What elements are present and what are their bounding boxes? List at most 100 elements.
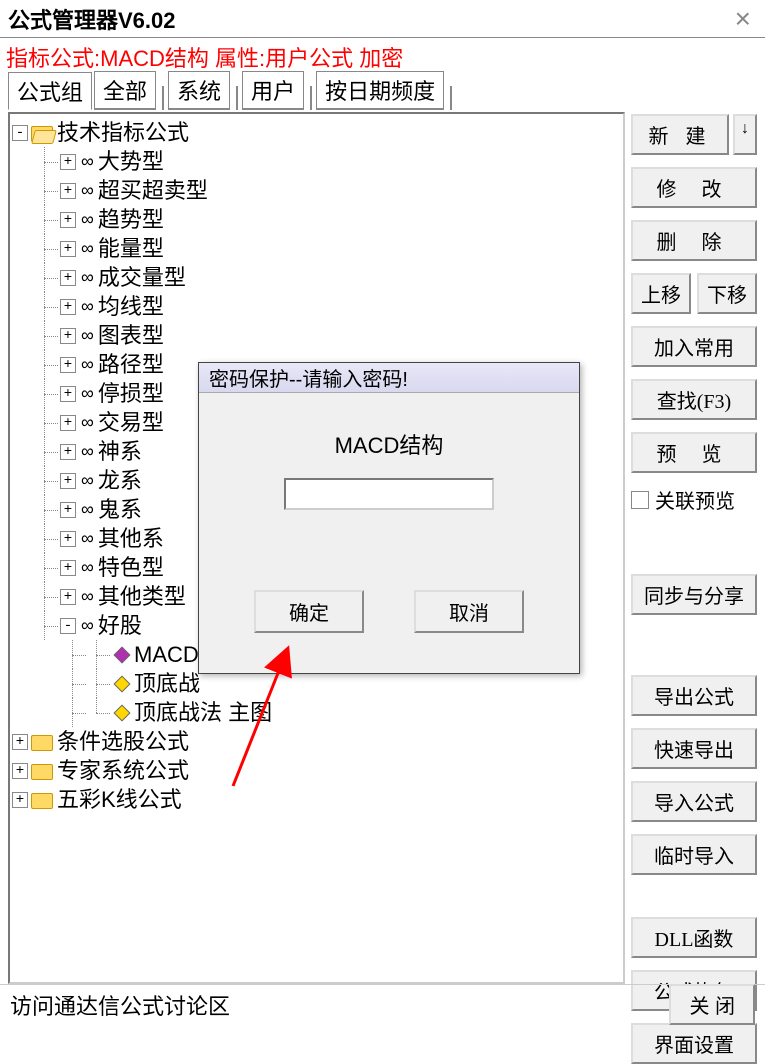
link-icon: ∞ (81, 234, 94, 263)
dialog-label: MACD结构 (219, 428, 559, 460)
tree-label: 好股 (98, 611, 142, 640)
temp-import-button[interactable]: 临时导入 (631, 834, 757, 875)
tree-label: 停损型 (98, 379, 164, 408)
export-button[interactable]: 导出公式 (631, 675, 757, 716)
close-icon[interactable]: × (729, 3, 757, 35)
tree-label: 趋势型 (98, 205, 164, 234)
expand-icon[interactable]: + (12, 792, 28, 808)
link-icon: ∞ (81, 524, 94, 553)
button-panel: 新 建 ↓ 修 改 删 除 上移 下移 加入常用 查找(F3) 预 览 关联预览… (625, 110, 765, 986)
tree-label: 交易型 (98, 408, 164, 437)
expand-icon[interactable]: + (60, 357, 76, 373)
new-button[interactable]: 新 建 (631, 114, 729, 155)
sync-share-button[interactable]: 同步与分享 (631, 574, 757, 615)
preview-button[interactable]: 预 览 (631, 432, 757, 473)
cancel-button[interactable]: 取消 (414, 590, 524, 633)
expand-icon[interactable]: + (60, 212, 76, 228)
tree-label: 均线型 (98, 292, 164, 321)
link-icon: ∞ (81, 611, 94, 640)
expand-icon[interactable]: + (60, 241, 76, 257)
expand-icon[interactable]: + (12, 734, 28, 750)
add-fav-button[interactable]: 加入常用 (631, 326, 757, 367)
link-icon: ∞ (81, 147, 94, 176)
password-dialog: 密码保护--请输入密码! MACD结构 确定 取消 (198, 362, 580, 674)
link-preview-label: 关联预览 (655, 485, 735, 514)
ok-button[interactable]: 确定 (254, 590, 364, 633)
expand-icon[interactable]: + (60, 444, 76, 460)
tree-node[interactable]: + ∞图表型 (12, 321, 621, 350)
link-icon: ∞ (81, 495, 94, 524)
tree-node[interactable]: +∞超买超卖型 (12, 176, 621, 205)
delete-button[interactable]: 删 除 (631, 220, 757, 261)
tree-label: 能量型 (98, 234, 164, 263)
tab-by-date-freq[interactable]: 按日期频度 (316, 71, 444, 110)
tree-node[interactable]: + ∞大势型 (12, 147, 621, 176)
forum-link[interactable]: 访问通达信公式讨论区 (10, 989, 230, 1021)
tree-node-tech-indicator[interactable]: - 技术指标公式 (12, 118, 621, 147)
tree-node[interactable]: + ∞能量型 (12, 234, 621, 263)
expand-icon[interactable]: + (60, 270, 76, 286)
tree-label: 图表型 (98, 321, 164, 350)
tree-label: 专家系统公式 (57, 756, 189, 785)
link-icon: ∞ (81, 379, 94, 408)
diamond-icon (114, 646, 131, 663)
collapse-icon[interactable]: - (60, 618, 76, 634)
tree-label: 大势型 (98, 147, 164, 176)
dll-button[interactable]: DLL函数 (631, 917, 757, 958)
expand-icon[interactable]: + (60, 473, 76, 489)
link-icon: ∞ (81, 553, 94, 582)
expand-icon[interactable]: + (60, 299, 76, 315)
tree-label: 路径型 (98, 350, 164, 379)
tree-label: 顶底战 (134, 669, 200, 698)
expand-icon[interactable]: + (60, 328, 76, 344)
tab-user[interactable]: 用户 (242, 71, 304, 110)
expand-icon[interactable]: + (12, 763, 28, 779)
expand-icon[interactable]: + (60, 502, 76, 518)
move-down-button[interactable]: 下移 (697, 273, 757, 314)
link-icon: ∞ (81, 437, 94, 466)
tree-label: 其他系 (98, 524, 164, 553)
expand-icon[interactable]: + (60, 531, 76, 547)
find-button[interactable]: 查找(F3) (631, 379, 757, 420)
link-icon: ∞ (81, 321, 94, 350)
tab-all[interactable]: 全部 (94, 71, 156, 110)
expand-icon[interactable]: + (60, 589, 76, 605)
collapse-icon[interactable]: - (12, 125, 28, 141)
folder-icon (31, 733, 53, 751)
tree-node-expert-sys[interactable]: + 专家系统公式 (12, 756, 621, 785)
link-icon: ∞ (81, 350, 94, 379)
folder-icon (31, 762, 53, 780)
tree-label: 其他类型 (98, 582, 186, 611)
quick-export-button[interactable]: 快速导出 (631, 728, 757, 769)
tree-label: 顶底战法 主图 (134, 698, 272, 727)
checkbox-icon[interactable] (631, 491, 649, 509)
ui-settings-button[interactable]: 界面设置 (631, 1023, 757, 1064)
tree-label: 成交量型 (98, 263, 186, 292)
tab-formula-group[interactable]: 公式组 (8, 72, 92, 110)
window-title: 公式管理器V6.02 (8, 3, 176, 35)
tree-leaf[interactable]: 顶底战法 主图 (12, 698, 621, 727)
expand-icon[interactable]: + (60, 386, 76, 402)
password-input[interactable] (284, 478, 494, 510)
tree-node-color-k[interactable]: + 五彩K线公式 (12, 785, 621, 814)
expand-icon[interactable]: + (60, 154, 76, 170)
tree-node[interactable]: +∞均线型 (12, 292, 621, 321)
close-button[interactable]: 关 闭 (669, 984, 755, 1025)
tree-label: 特色型 (98, 553, 164, 582)
tab-bar: 公式组 全部 系统 用户 按日期频度 (0, 76, 765, 110)
tree-node[interactable]: +∞趋势型 (12, 205, 621, 234)
modify-button[interactable]: 修 改 (631, 167, 757, 208)
tree-node[interactable]: + ∞成交量型 (12, 263, 621, 292)
tab-system[interactable]: 系统 (168, 71, 230, 110)
move-up-button[interactable]: 上移 (631, 273, 691, 314)
tree-node-cond-select[interactable]: + 条件选股公式 (12, 727, 621, 756)
expand-icon[interactable]: + (60, 560, 76, 576)
import-button[interactable]: 导入公式 (631, 781, 757, 822)
new-dropdown-button[interactable]: ↓ (733, 114, 757, 155)
link-icon: ∞ (81, 466, 94, 495)
link-icon: ∞ (81, 263, 94, 292)
expand-icon[interactable]: + (60, 415, 76, 431)
tree-label: 条件选股公式 (57, 727, 189, 756)
link-preview-row[interactable]: 关联预览 (631, 485, 757, 514)
expand-icon[interactable]: + (60, 183, 76, 199)
